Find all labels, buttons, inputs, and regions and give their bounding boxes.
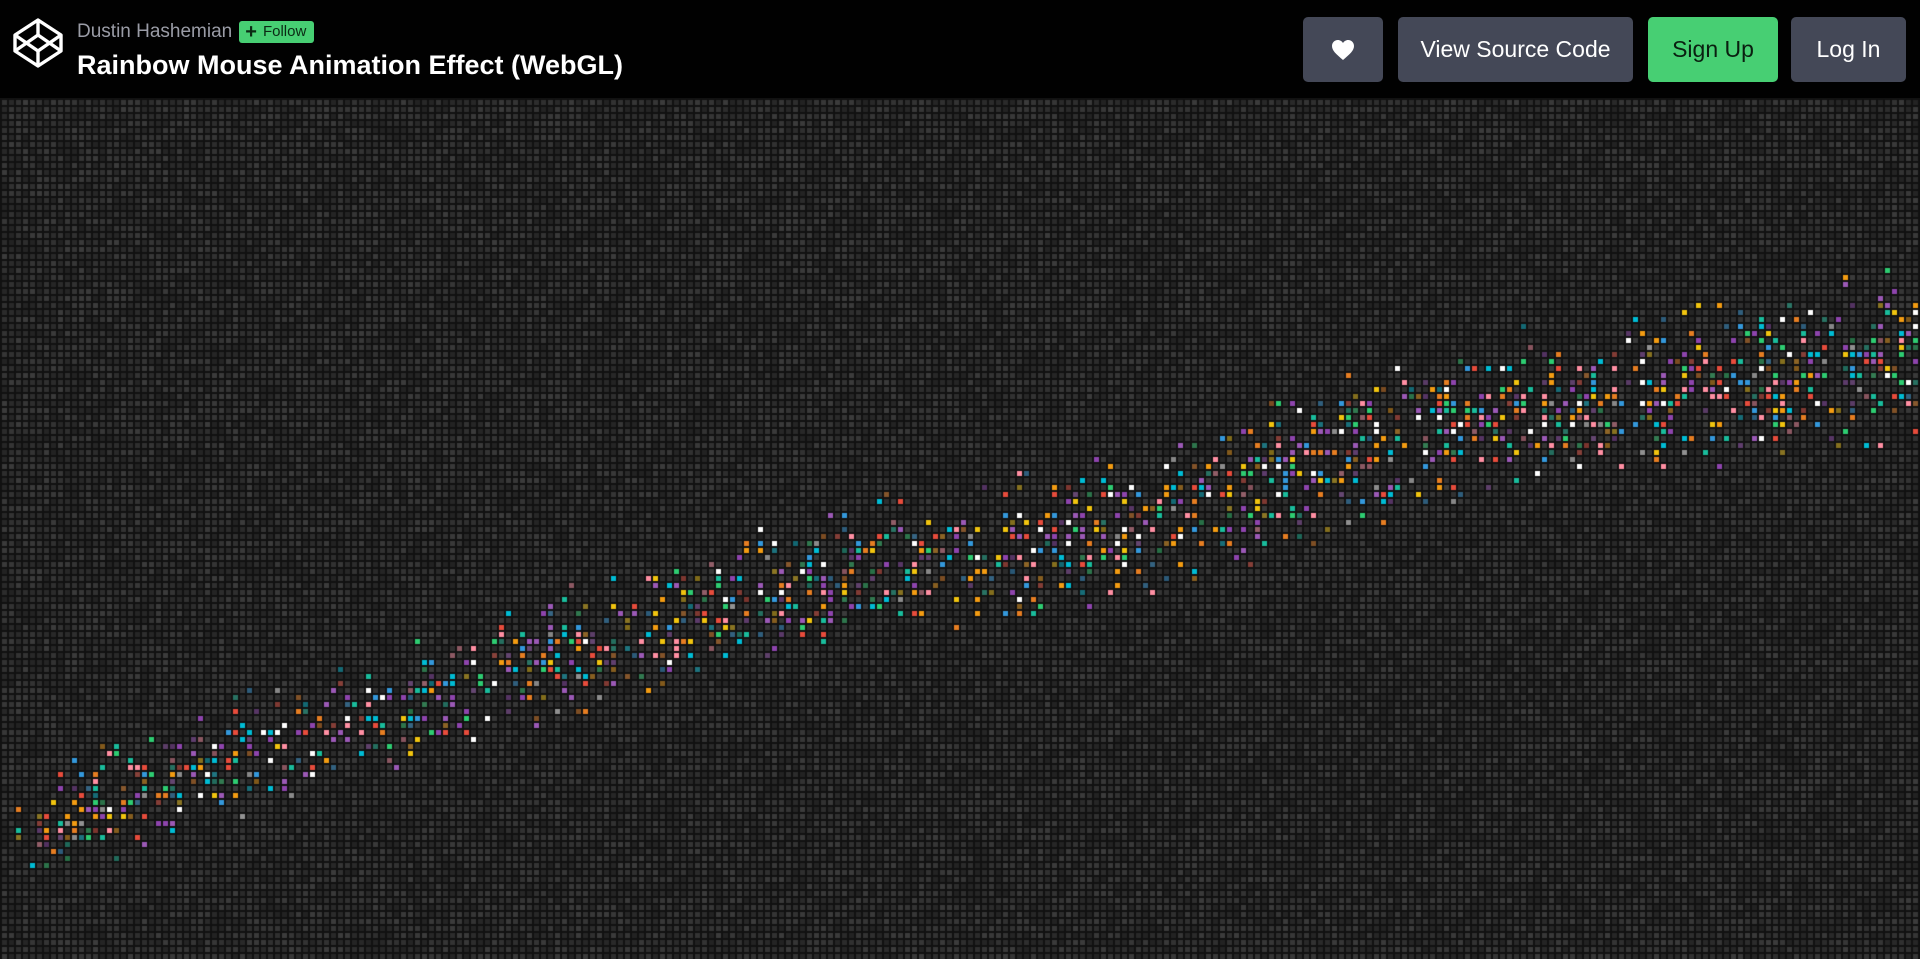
plus-icon: + xyxy=(245,21,257,43)
log-in-button[interactable]: Log In xyxy=(1791,17,1906,82)
rainbow-pixel-grid[interactable] xyxy=(0,98,1920,959)
pen-meta: Dustin Hashemian + Follow Rainbow Mouse … xyxy=(77,20,623,81)
follow-label: Follow xyxy=(262,23,307,40)
top-bar: Dustin Hashemian + Follow Rainbow Mouse … xyxy=(0,0,1920,98)
sign-up-button[interactable]: Sign Up xyxy=(1648,17,1778,82)
author-name[interactable]: Dustin Hashemian xyxy=(77,20,232,44)
heart-icon xyxy=(1332,39,1354,60)
page-title: Rainbow Mouse Animation Effect (WebGL) xyxy=(77,50,623,80)
view-source-button[interactable]: View Source Code xyxy=(1398,17,1633,82)
heart-button[interactable] xyxy=(1303,17,1383,82)
codepen-logo-icon[interactable] xyxy=(12,17,64,69)
webgl-canvas-area[interactable] xyxy=(0,98,1920,959)
author-row: Dustin Hashemian + Follow xyxy=(77,20,623,44)
follow-button[interactable]: + Follow xyxy=(239,21,315,43)
